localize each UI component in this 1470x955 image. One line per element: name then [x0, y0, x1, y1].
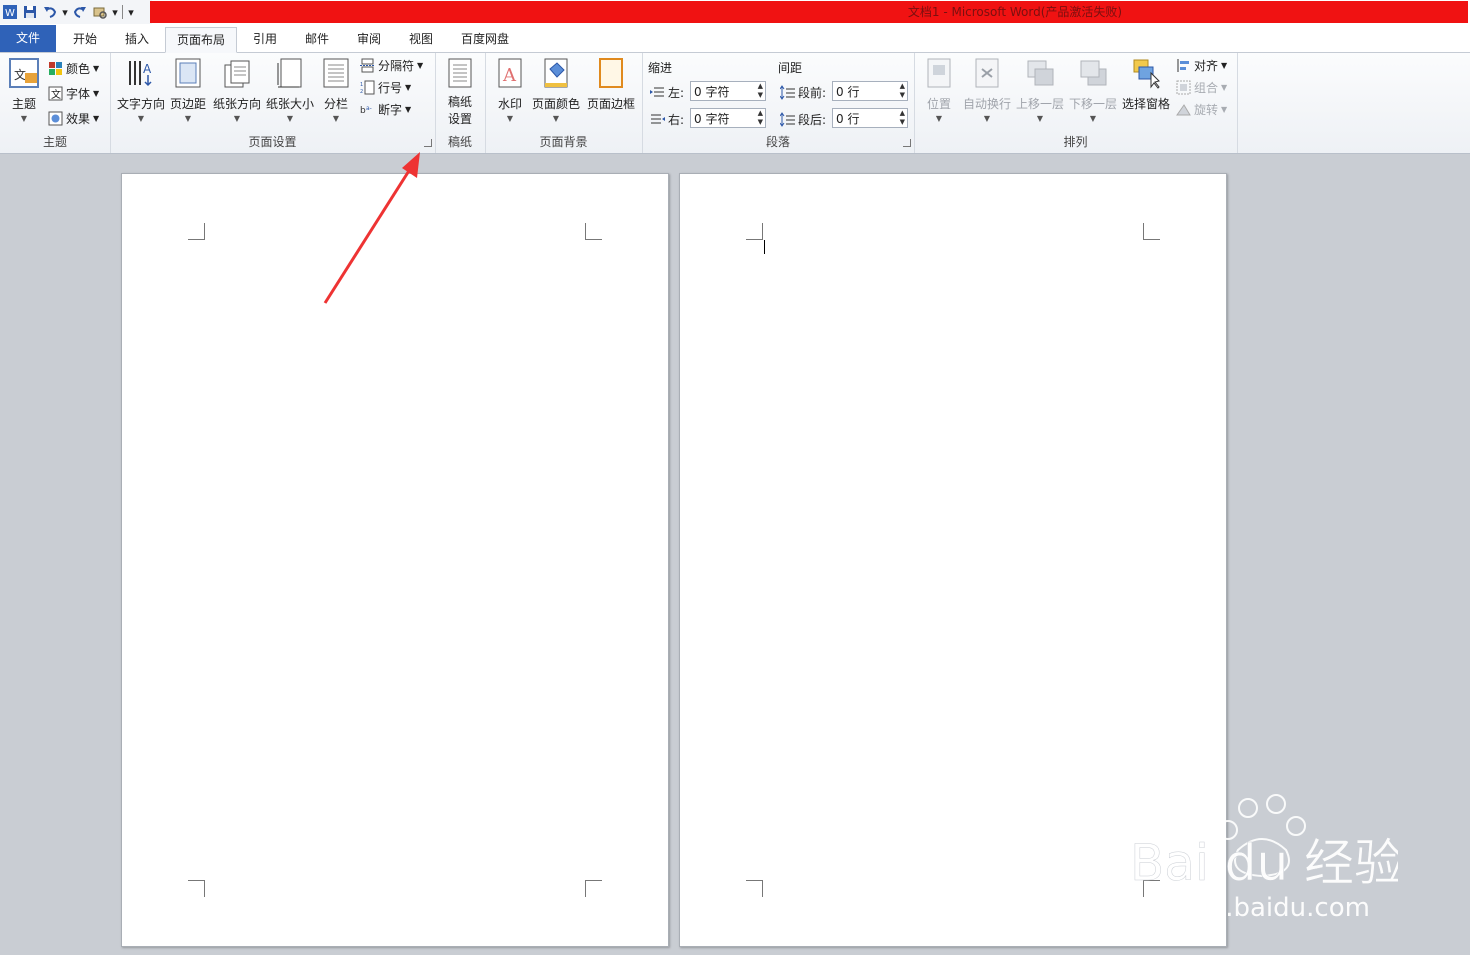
watermark-brand: Bai du 经验: [1130, 834, 1398, 892]
baidu-jingyan-watermark: Bai du 经验 jingyan.baidu.com: [1129, 794, 1398, 923]
watermark-url: jingyan.baidu.com: [1129, 893, 1370, 923]
